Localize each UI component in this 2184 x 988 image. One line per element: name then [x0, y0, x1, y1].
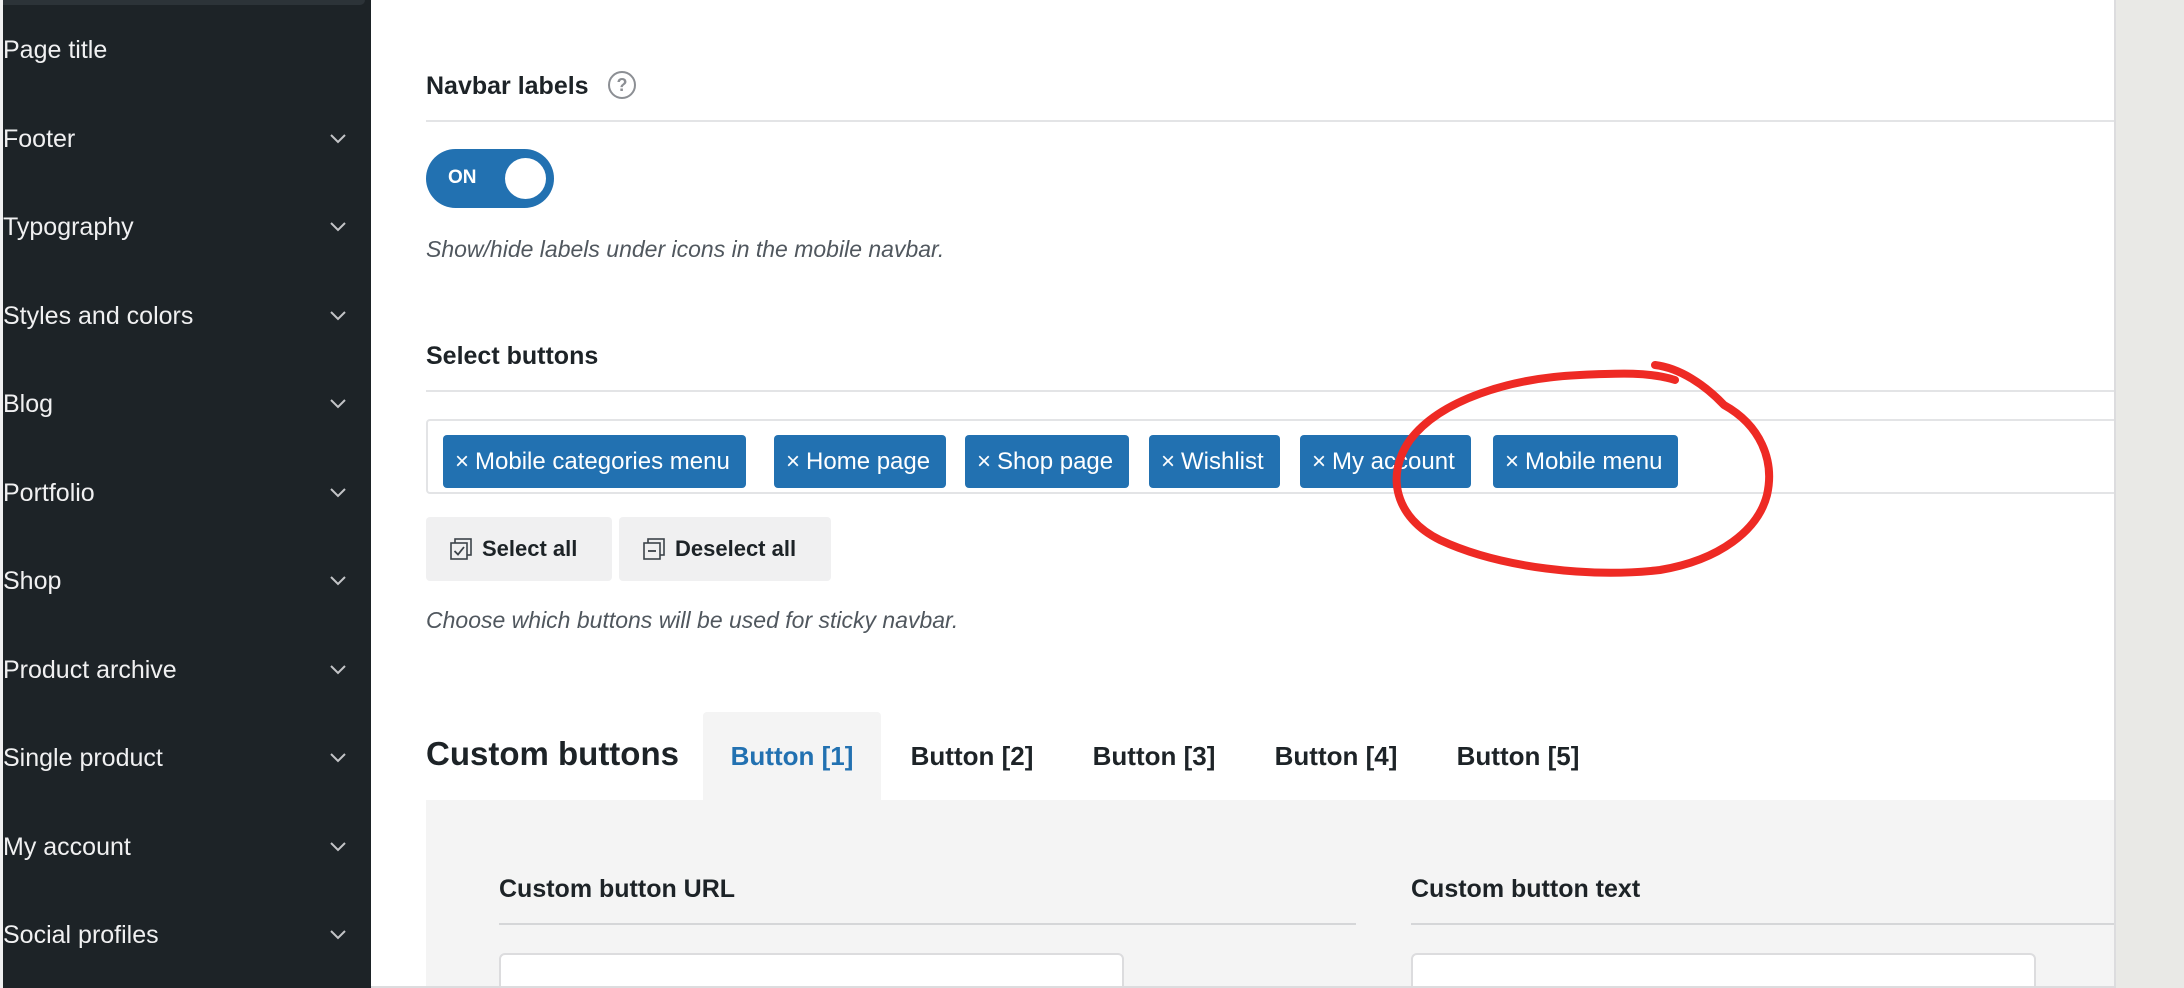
deselect-all-label: Deselect all	[675, 536, 797, 561]
chevron-down-icon	[329, 131, 347, 145]
remove-tag-icon[interactable]: ×	[1505, 448, 1519, 476]
sidebar-item-label: Social profiles	[3, 920, 159, 949]
remove-tag-icon[interactable]: ×	[786, 448, 800, 476]
buttons-multiselect[interactable]: × Mobile categories menu × Home page × S…	[426, 419, 2114, 494]
custom-button-url-input[interactable]	[499, 953, 1124, 986]
sidebar-item-product-archive[interactable]: Product archive	[3, 640, 371, 700]
tag-label: Mobile menu	[1525, 447, 1663, 475]
sidebar-item-shop[interactable]: Shop	[3, 551, 371, 611]
navbar-labels-description: Show/hide labels under icons in the mobi…	[426, 236, 945, 262]
remove-tag-icon[interactable]: ×	[1161, 448, 1175, 476]
tag-label: Shop page	[997, 447, 1114, 475]
sidebar-item-portfolio[interactable]: Portfolio	[3, 463, 371, 523]
chevron-down-icon	[329, 219, 347, 233]
sidebar-item-single-product[interactable]: Single product	[3, 728, 371, 788]
tag-shop-page[interactable]: × Shop page	[965, 435, 1130, 488]
sidebar-item-label: Product archive	[3, 655, 177, 684]
preview-edge	[2114, 0, 2184, 988]
sidebar-item-label: Styles and colors	[3, 301, 194, 330]
sidebar-item-page-title[interactable]: Page title	[3, 20, 371, 80]
divider	[499, 923, 1356, 925]
tag-my-account[interactable]: × My account	[1300, 435, 1471, 488]
chevron-down-icon	[329, 662, 347, 676]
tag-mobile-menu[interactable]: × Mobile menu	[1493, 435, 1679, 488]
chevron-down-icon	[329, 750, 347, 764]
sidebar-item-label: Single product	[3, 743, 163, 772]
tab-button-1[interactable]: Button [1]	[703, 712, 881, 801]
chevron-down-icon	[329, 396, 347, 410]
sidebar-item-label: Typography	[3, 212, 134, 241]
customizer-sidebar: Page title Footer Typography Styles and …	[0, 0, 371, 988]
divider	[1411, 923, 2114, 925]
tab-button-4[interactable]: Button [4]	[1245, 712, 1427, 801]
sidebar-item-social-profiles[interactable]: Social profiles	[3, 905, 371, 965]
deselect-all-button[interactable]: Deselect all	[619, 517, 831, 581]
sidebar-item-footer[interactable]: Footer	[3, 109, 371, 169]
tab-button-5[interactable]: Button [5]	[1427, 712, 1609, 801]
select-buttons-title: Select buttons	[426, 342, 599, 370]
custom-button-url-label: Custom button URL	[499, 875, 736, 903]
chevron-down-icon	[329, 308, 347, 322]
sidebar-item-my-account[interactable]: My account	[3, 817, 371, 877]
chevron-down-icon	[329, 927, 347, 941]
tag-home-page[interactable]: × Home page	[774, 435, 947, 488]
tag-label: My account	[1332, 447, 1455, 475]
remove-tag-icon[interactable]: ×	[1312, 448, 1326, 476]
checkbox-minus-icon	[643, 538, 665, 560]
remove-tag-icon[interactable]: ×	[977, 448, 991, 476]
tag-label: Mobile categories menu	[475, 447, 730, 475]
sidebar-item-label: My account	[3, 832, 131, 861]
select-all-button[interactable]: Select all	[426, 517, 612, 581]
sidebar-item-label: Shop	[3, 566, 62, 595]
sidebar-item-label: Portfolio	[3, 478, 95, 507]
settings-panel: Navbar labels ? ON Show/hide labels unde…	[371, 0, 2114, 988]
tag-label: Home page	[806, 447, 931, 475]
chevron-down-icon	[329, 485, 347, 499]
custom-button-text-input[interactable]	[1411, 953, 2036, 986]
tag-label: Wishlist	[1181, 447, 1264, 475]
checkbox-checked-icon	[450, 538, 472, 560]
sidebar-scroll-edge	[3, 0, 365, 5]
chevron-down-icon	[329, 573, 347, 587]
sidebar-item-label: Footer	[3, 124, 76, 153]
sidebar-item-styles-and-colors[interactable]: Styles and colors	[3, 286, 371, 346]
custom-buttons-title: Custom buttons	[426, 735, 679, 772]
select-buttons-description: Choose which buttons will be used for st…	[426, 607, 959, 633]
tag-mobile-categories-menu[interactable]: × Mobile categories menu	[443, 435, 746, 488]
navbar-labels-title: Navbar labels	[426, 72, 589, 100]
divider	[426, 120, 2114, 122]
sidebar-item-blog[interactable]: Blog	[3, 374, 371, 434]
navbar-labels-toggle[interactable]: ON	[426, 149, 554, 208]
custom-button-text-label: Custom button text	[1411, 875, 1641, 903]
sidebar-item-typography[interactable]: Typography	[3, 197, 371, 257]
sidebar-item-label: Page title	[3, 35, 108, 64]
tab-button-3[interactable]: Button [3]	[1063, 712, 1245, 801]
select-all-label: Select all	[482, 536, 578, 561]
question-circle-icon[interactable]: ?	[608, 71, 636, 99]
chevron-down-icon	[329, 839, 347, 853]
divider	[426, 390, 2114, 392]
remove-tag-icon[interactable]: ×	[455, 448, 469, 476]
tag-wishlist[interactable]: × Wishlist	[1149, 435, 1280, 488]
tab-button-2[interactable]: Button [2]	[881, 712, 1063, 801]
custom-button-panel: Custom button URL Custom button text	[426, 800, 2114, 986]
sidebar-item-label: Blog	[3, 389, 54, 418]
toggle-on-label: ON	[448, 167, 477, 188]
toggle-knob	[505, 158, 546, 199]
